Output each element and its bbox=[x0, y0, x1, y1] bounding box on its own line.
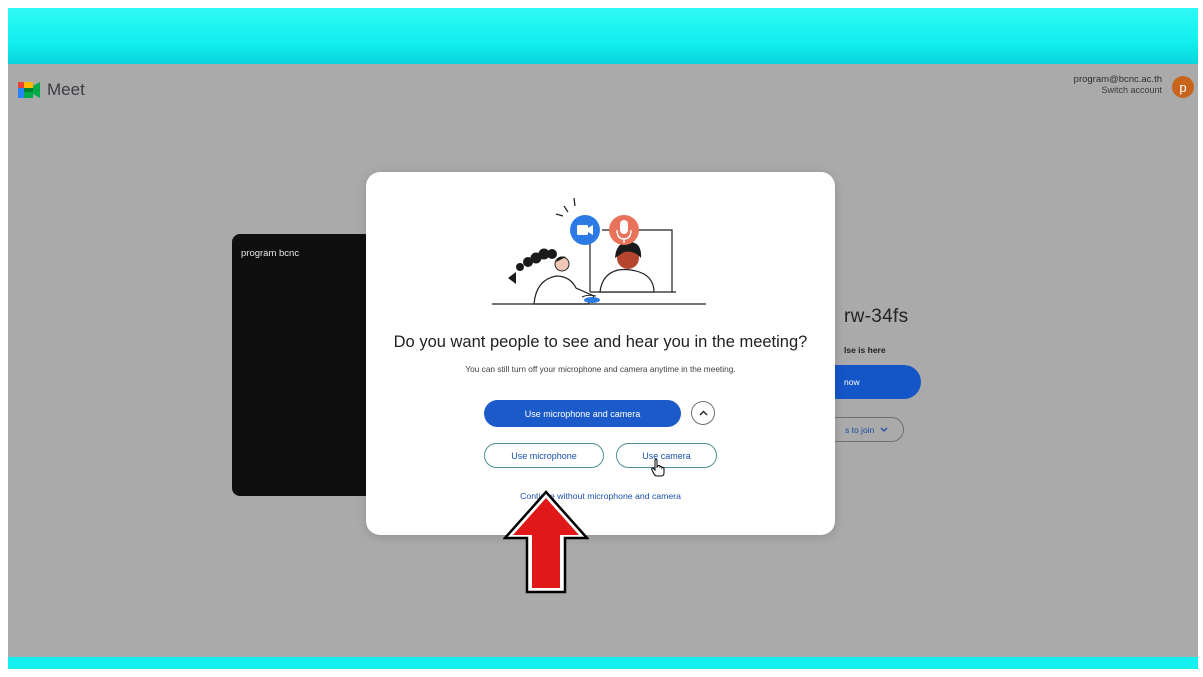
chevron-down-icon bbox=[880, 427, 888, 432]
account-info: program@bcnc.ac.th Switch account bbox=[1074, 74, 1162, 96]
continue-without-devices-link[interactable]: Continue without microphone and camera bbox=[366, 491, 835, 501]
join-now-label: now bbox=[844, 377, 860, 387]
app-name: Meet bbox=[47, 80, 85, 99]
meet-logo[interactable]: Meet bbox=[18, 80, 85, 100]
permission-dialog: Do you want people to see and hear you i… bbox=[366, 172, 835, 535]
bottom-decorative-band bbox=[8, 657, 1198, 669]
permission-illustration bbox=[492, 197, 706, 305]
red-arrow-annotation bbox=[503, 490, 589, 594]
account-email: program@bcnc.ac.th bbox=[1073, 74, 1162, 85]
meet-logo-icon bbox=[18, 82, 40, 98]
preview-user-name: program bcnc bbox=[241, 248, 300, 259]
avatar[interactable]: p bbox=[1172, 76, 1194, 98]
pointer-hand-icon bbox=[651, 459, 665, 477]
microphone-icon bbox=[620, 220, 628, 234]
top-decorative-band bbox=[8, 8, 1198, 64]
use-microphone-button[interactable]: Use microphone bbox=[484, 443, 604, 468]
ways-to-join-label: s to join bbox=[845, 424, 875, 435]
dialog-title: Do you want people to see and hear you i… bbox=[393, 333, 808, 351]
meeting-code: rw-34fs bbox=[844, 306, 909, 327]
use-camera-button[interactable]: Use camera bbox=[616, 443, 717, 468]
expand-options-button[interactable] bbox=[691, 401, 715, 425]
participants-status: lse is here bbox=[844, 345, 886, 355]
use-mic-and-camera-button[interactable]: Use microphone and camera bbox=[484, 400, 681, 427]
camera-icon bbox=[577, 225, 588, 235]
dialog-subtitle: You can still turn off your microphone a… bbox=[465, 364, 736, 374]
switch-account-link[interactable]: Switch account bbox=[1074, 85, 1162, 96]
chevron-up-icon bbox=[699, 410, 707, 416]
